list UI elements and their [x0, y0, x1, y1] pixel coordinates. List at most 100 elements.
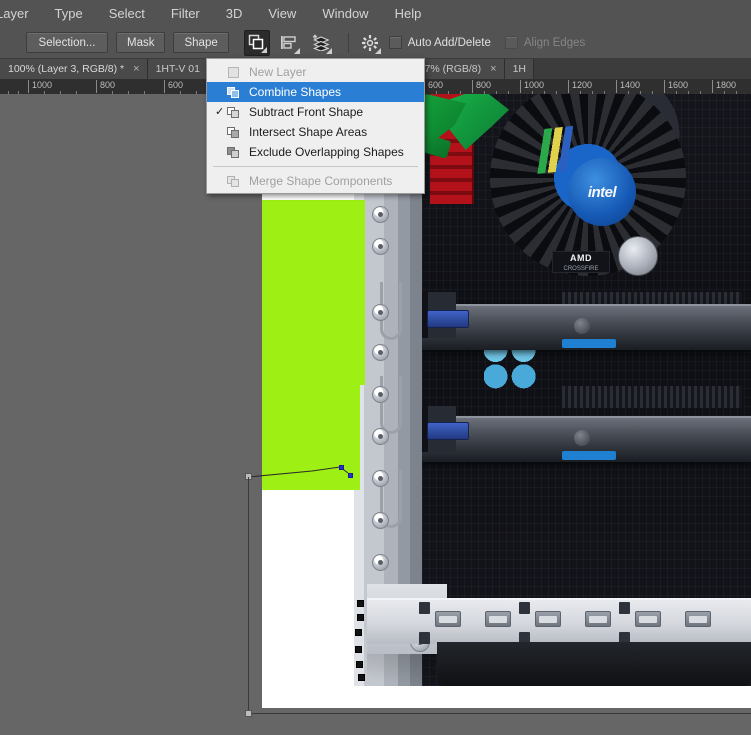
menu-item-type[interactable]: Type [42, 0, 96, 27]
path-anchor-point[interactable] [348, 473, 353, 478]
tab-next[interactable]: 1H [504, 59, 534, 79]
panel-clip [619, 602, 630, 614]
path-operations-icon[interactable] [243, 29, 270, 56]
exclude-overlapping-shapes-icon [227, 146, 242, 159]
gpu-blue-brace [562, 339, 616, 348]
panel-clip [419, 632, 430, 644]
menu-item-label: Merge Shape Components [249, 174, 393, 188]
panel-cell [685, 611, 711, 627]
menu-item-layer[interactable]: Layer [0, 0, 42, 27]
rail-screw [372, 386, 389, 403]
expansion-slots [562, 386, 742, 408]
transform-handle-bottom-left[interactable] [245, 710, 252, 717]
selection-anchor[interactable] [357, 614, 364, 621]
gpu-screw [574, 318, 590, 334]
selection-anchor[interactable] [355, 629, 362, 636]
green-shape-fill-2 [262, 200, 365, 385]
menu-bar: Layer Type Select Filter 3D View Window … [0, 0, 751, 27]
panel-clip [519, 602, 530, 614]
path-alignment-icon[interactable] [276, 30, 302, 56]
menu-item-subtract-front-shape[interactable]: ✓ Subtract Front Shape [207, 102, 424, 122]
path-operations-menu[interactable]: New Layer Combine Shapes ✓ Subtract Fron… [206, 58, 425, 194]
transform-box-left-edge[interactable] [248, 477, 249, 714]
tab-label: 1H [512, 63, 526, 75]
menu-item-label: New Layer [249, 65, 307, 79]
menu-item-view[interactable]: View [255, 0, 309, 27]
gpu-blue-brace [562, 451, 616, 460]
menu-item-select[interactable]: Select [96, 0, 158, 27]
new-layer-icon [227, 66, 242, 79]
combine-shapes-icon [227, 86, 242, 99]
tab-label: 100% (Layer 3, RGB/8) * [8, 63, 125, 75]
menu-item-label: Intersect Shape Areas [249, 125, 368, 139]
menu-item-label: Subtract Front Shape [249, 105, 364, 119]
tab-layer3[interactable]: 100% (Layer 3, RGB/8) * × [0, 59, 148, 79]
rail-screw [372, 344, 389, 361]
gear-icon[interactable] [357, 30, 383, 56]
menu-item-help[interactable]: Help [382, 0, 435, 27]
path-alignment-caret-icon [293, 47, 300, 54]
align-edges-label: Align Edges [523, 36, 586, 49]
path-arrangement-caret-icon [325, 47, 332, 54]
subtract-front-shape-icon [227, 106, 242, 119]
panel-cell [635, 611, 661, 627]
rail-screw [372, 428, 389, 445]
front-panel-strip [367, 598, 751, 644]
rail-screw [372, 238, 389, 255]
tab-1ht-v-01[interactable]: 1HT-V 01 [147, 59, 208, 79]
align-edges-checkbox[interactable] [504, 36, 518, 49]
tab-close-icon[interactable]: × [133, 63, 139, 75]
selection-anchor[interactable] [358, 674, 365, 681]
auto-add-delete-label: Auto Add/Delete [407, 36, 491, 49]
selection-button[interactable]: Selection... [26, 32, 108, 53]
vector-path-outline[interactable] [240, 454, 380, 494]
tab-label: 1HT-V 01 [155, 63, 200, 75]
merge-shape-components-icon [227, 175, 242, 188]
cmos-battery [618, 236, 658, 276]
gpu-screw [574, 430, 590, 446]
panel-cell [585, 611, 611, 627]
panel-cell [485, 611, 511, 627]
gear-caret-icon [374, 47, 381, 54]
rail-screw [372, 206, 389, 223]
menu-item-intersect-shape-areas[interactable]: Intersect Shape Areas [207, 122, 424, 142]
menu-item-3d[interactable]: 3D [213, 0, 256, 27]
path-operations-caret-icon [260, 46, 267, 53]
mask-button[interactable]: Mask [116, 32, 166, 53]
vga-port-top [427, 310, 469, 328]
menu-separator [213, 166, 418, 167]
rail-screw [372, 304, 389, 321]
tab-close-icon[interactable]: × [490, 63, 496, 75]
menu-item-merge-shape-components[interactable]: Merge Shape Components [207, 171, 424, 191]
case-foot [437, 642, 751, 686]
menu-item-window[interactable]: Window [309, 0, 381, 27]
graphics-card-bottom [422, 416, 751, 462]
options-divider [347, 32, 349, 53]
selection-anchor[interactable] [355, 646, 362, 653]
menu-item-new-layer[interactable]: New Layer [207, 62, 424, 82]
path-anchor-point[interactable] [339, 465, 344, 470]
menu-item-exclude-overlapping-shapes[interactable]: Exclude Overlapping Shapes [207, 142, 424, 162]
rail-slot [380, 376, 402, 434]
amd-logo-text: AMD [570, 253, 592, 263]
ruler-label: 800 [472, 80, 491, 93]
photoshop-window: Layer Type Select Filter 3D View Window … [0, 0, 751, 735]
cpu-cooler-hub: intel [568, 158, 636, 226]
rail-screw [372, 554, 389, 571]
menu-item-filter[interactable]: Filter [158, 0, 213, 27]
menu-item-combine-shapes[interactable]: Combine Shapes [207, 82, 424, 102]
intersect-shape-areas-icon [227, 126, 242, 139]
auto-add-delete-checkbox[interactable] [388, 36, 402, 49]
shape-button[interactable]: Shape [173, 32, 229, 53]
rail-screw [372, 512, 389, 529]
selection-anchor[interactable] [356, 661, 363, 668]
ruler-label: 600 [424, 80, 443, 93]
graphics-card-top [422, 304, 751, 350]
path-arrangement-icon[interactable] [308, 30, 334, 56]
selection-anchor[interactable] [357, 600, 364, 607]
vga-port-bottom [427, 422, 469, 440]
ruler-label: 1000 [28, 80, 52, 93]
panel-cell [435, 611, 461, 627]
menu-item-label: Exclude Overlapping Shapes [249, 145, 404, 159]
transform-box-bottom-edge[interactable] [248, 713, 751, 714]
